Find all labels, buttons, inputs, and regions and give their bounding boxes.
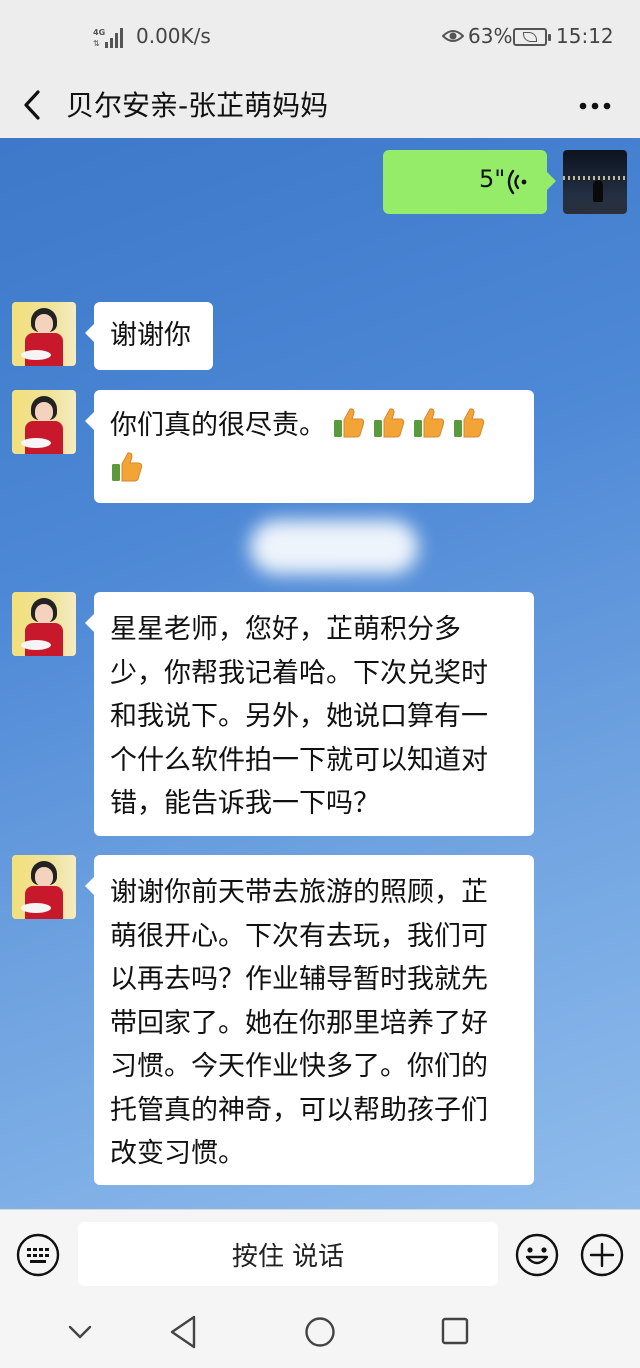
message-bubble[interactable]: 你们真的很尽责。 [85, 390, 534, 503]
chevron-down-icon[interactable] [66, 1318, 94, 1346]
clock: 15:12 [556, 24, 614, 48]
message-bubble[interactable]: 星星老师，您好，芷萌积分多 少，你帮我记着哈。下次兑奖时 和我说下。另外，她说口… [85, 592, 534, 836]
message-line: 以再去吗？作业辅导暂时我就先 [110, 964, 488, 995]
thumbs-up-icon [374, 408, 405, 438]
keyboard-icon[interactable] [16, 1233, 60, 1277]
self-avatar[interactable] [563, 150, 627, 214]
blurred-timestamp [250, 520, 418, 574]
message-line: 个什么软件拍一下就可以知道对 [110, 744, 488, 776]
message-line: 少，你帮我记着哈。下次兑奖时 [110, 657, 488, 689]
message-line: 改变习惯。 [110, 1138, 245, 1169]
thumbs-up-icon [112, 451, 143, 481]
hold-to-talk-button[interactable]: 按住 说话 [78, 1222, 498, 1286]
battery-percent: 63% [468, 24, 513, 48]
input-bar: 按住 说话 [0, 1209, 640, 1300]
chat-header: 贝尔安亲-张芷萌妈妈 [0, 72, 640, 138]
smiley-icon[interactable] [515, 1233, 559, 1277]
voice-wave-icon [507, 169, 527, 195]
svg-text:⇅: ⇅ [93, 39, 100, 48]
message-line: 带回家了。她在你那里培养了好 [110, 1007, 488, 1039]
battery-icon [513, 28, 551, 46]
voice-message-bubble[interactable]: 5" [383, 150, 556, 214]
signal-icon: 4G ⇅ [93, 28, 123, 48]
message-line: 错，能告诉我一下吗？ [110, 788, 380, 819]
message-line: 星星老师，您好，芷萌积分多 [110, 614, 461, 645]
message-line: 萌很开心。下次有去玩，我们可 [110, 920, 488, 952]
thumbs-up-icon [414, 408, 445, 438]
contact-avatar[interactable] [12, 855, 76, 919]
message-line: 谢谢你前天带去旅游的照顾，芷 [110, 877, 488, 908]
contact-avatar[interactable] [12, 390, 76, 454]
triangle-back-icon[interactable] [168, 1314, 198, 1350]
chat-area[interactable]: 5" 谢谢你 你们真的很尽责。 星星老师，您好，芷萌积分多 少，你帮我记着哈。下… [0, 138, 640, 1209]
message-line: 和我说下。另外，她说口算有一 [110, 701, 488, 732]
network-type: 4G [93, 28, 105, 37]
more-dots-icon[interactable] [572, 86, 618, 126]
system-nav-bar [0, 1300, 640, 1368]
voice-duration: 5" [479, 165, 506, 193]
plus-icon[interactable] [580, 1233, 624, 1277]
contact-avatar[interactable] [12, 302, 76, 366]
circle-home-icon[interactable] [304, 1316, 336, 1348]
message-line: 习惯。今天作业快多了。你们的 [110, 1051, 488, 1082]
message-bubble[interactable]: 谢谢你 [85, 302, 213, 370]
chat-title: 贝尔安亲-张芷萌妈妈 [66, 89, 329, 122]
status-bar: 4G ⇅ 0.00K/s 63% 15:12 [0, 0, 640, 72]
network-speed: 0.00K/s [136, 24, 211, 48]
message-text: 你们真的很尽责。 [110, 410, 326, 441]
message-bubble[interactable]: 谢谢你前天带去旅游的照顾，芷 萌很开心。下次有去玩，我们可 以再去吗？作业辅导暂… [85, 855, 534, 1185]
thumbs-up-icon [334, 408, 365, 438]
square-recents-icon[interactable] [440, 1316, 470, 1346]
message-line: 托管真的神奇，可以帮助孩子们 [110, 1094, 488, 1126]
message-text: 谢谢你 [110, 320, 191, 351]
back-icon[interactable] [14, 82, 50, 128]
contact-avatar[interactable] [12, 592, 76, 656]
thumbs-up-icon [454, 408, 485, 438]
eye-comfort-icon [442, 30, 464, 42]
